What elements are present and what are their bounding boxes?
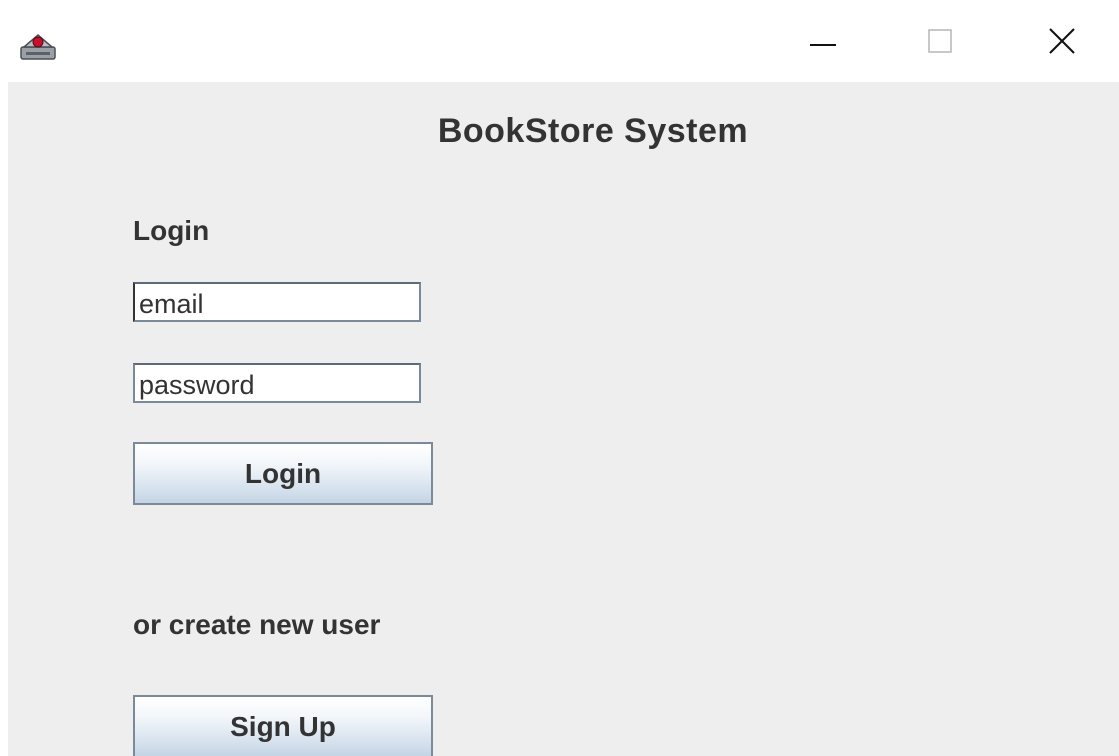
email-field[interactable] [133,282,421,322]
create-user-label: or create new user [133,609,381,640]
maximize-icon [928,28,952,58]
login-heading: Login [133,215,210,246]
minimize-button[interactable] [793,18,853,68]
login-button[interactable]: Login [133,442,433,505]
java-cup-icon [18,25,58,63]
close-button[interactable] [1032,18,1092,68]
page-title: BookStore System [437,112,749,150]
minimize-icon [810,34,836,52]
sign-up-button[interactable]: Sign Up [133,695,433,756]
password-field[interactable] [133,363,421,403]
close-icon [1049,27,1075,59]
app-window: BookStore System Login Login or create n… [0,0,1119,756]
content-panel: BookStore System Login Login or create n… [8,82,1119,756]
maximize-button[interactable] [910,18,970,68]
title-bar[interactable] [0,0,1119,82]
